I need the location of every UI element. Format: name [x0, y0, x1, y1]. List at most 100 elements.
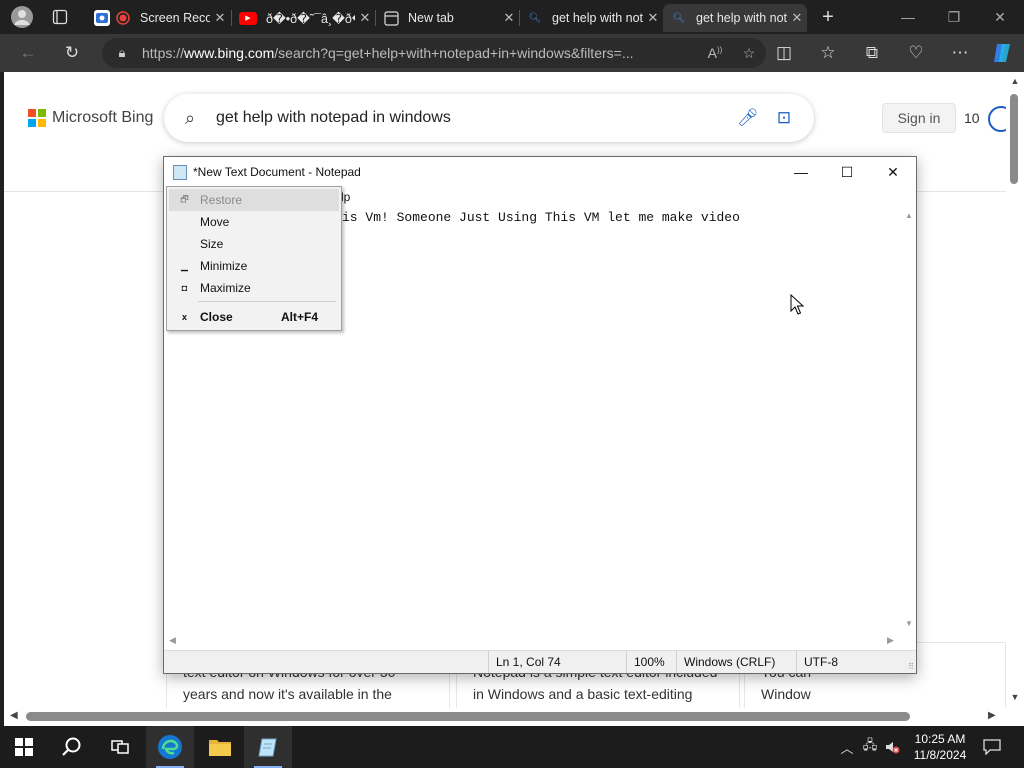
tab-title: New tab	[408, 11, 454, 25]
scroll-left-arrow-icon[interactable]: ◀	[169, 635, 176, 646]
collections-icon[interactable]: ⧉	[858, 40, 886, 66]
resize-grip-icon[interactable]: ⠿	[908, 662, 914, 671]
menu-item-size[interactable]: Size	[169, 233, 339, 255]
refresh-icon[interactable]: ↻	[58, 40, 86, 66]
rewards-points[interactable]: 10	[964, 110, 980, 126]
close-button[interactable]: ✕	[870, 157, 916, 187]
read-aloud-icon[interactable]: A))	[698, 45, 732, 61]
search-query[interactable]: get help with notepad in windows	[216, 109, 730, 127]
tab-actions-icon[interactable]	[48, 5, 72, 29]
tab-bing-search-active[interactable]: 🔍︎ get help with notepad ✕	[663, 4, 807, 32]
tab-bing-search[interactable]: 🔍︎ get help with notepad ✕	[519, 4, 663, 32]
network-icon[interactable]: 🖧︎	[860, 726, 880, 768]
search-taskbar-icon[interactable]	[48, 726, 96, 768]
tab-title: get help with notepad	[696, 11, 787, 25]
scroll-right-arrow-icon[interactable]: ▶	[988, 710, 996, 721]
notepad-title-bar[interactable]: *New Text Document - Notepad — ☐ ✕	[164, 157, 916, 187]
close-tab-icon[interactable]: ✕	[355, 10, 375, 26]
notepad-title: *New Text Document - Notepad	[193, 165, 361, 179]
scroll-up-arrow-icon[interactable]: ▲	[902, 211, 916, 220]
edge-taskbar-icon[interactable]	[146, 726, 194, 768]
menu-help[interactable]: lp	[341, 190, 350, 204]
notepad-taskbar-icon[interactable]	[244, 726, 292, 768]
minimize-icon: ▁	[181, 260, 188, 271]
lock-icon[interactable]: 🔒︎	[102, 45, 142, 61]
close-tab-icon[interactable]: ✕	[643, 10, 663, 26]
microsoft-logo-icon	[28, 109, 46, 127]
bing-search-box[interactable]: ⌕ get help with notepad in windows 🎤︎ ⊡	[164, 94, 814, 142]
menu-item-minimize[interactable]: ▁ Minimize	[169, 255, 339, 277]
menu-separator	[198, 301, 336, 302]
youtube-icon: ▶	[239, 11, 257, 25]
notepad-status-bar: Ln 1, Col 74 100% Windows (CRLF) UTF-8 ⠿	[164, 650, 916, 673]
menu-item-move[interactable]: Move	[169, 211, 339, 233]
notepad-app-icon[interactable]	[173, 164, 187, 180]
browser-restore-button[interactable]: ❐	[934, 4, 974, 30]
tab-youtube[interactable]: ▶ ð�•ð�˜¯â¸�ð� ✕	[231, 4, 375, 32]
more-options-icon[interactable]: ⋯	[946, 40, 974, 66]
copilot-icon[interactable]	[988, 40, 1016, 66]
start-button[interactable]	[0, 726, 48, 768]
bing-search-icon: 🔍︎	[672, 12, 686, 24]
close-icon: x	[181, 312, 187, 322]
bing-logo[interactable]: Microsoft Bing	[28, 109, 153, 127]
menu-item-shortcut: Alt+F4	[281, 310, 319, 324]
close-tab-icon[interactable]: ✕	[787, 10, 807, 26]
favorites-icon[interactable]: ☆	[814, 40, 842, 66]
browser-minimize-button[interactable]: —	[888, 4, 928, 30]
browser-close-button[interactable]: ✕	[980, 4, 1020, 30]
notepad-horizontal-scrollbar[interactable]: ◀ ▶	[164, 634, 902, 648]
menu-item-label: Size	[200, 237, 224, 251]
split-screen-icon[interactable]: ◫	[770, 40, 798, 66]
show-hidden-icons-chevron-icon[interactable]: ︿	[838, 726, 856, 768]
menu-item-restore[interactable]: 🗗︎ Restore	[169, 189, 339, 211]
bing-search-icon: 🔍︎	[528, 12, 542, 24]
system-clock[interactable]: 10:25 AM 11/8/2024	[898, 731, 982, 763]
scroll-left-arrow-icon[interactable]: ◀	[10, 710, 18, 721]
menu-item-label: Move	[200, 215, 230, 229]
scrollbar-thumb[interactable]	[26, 712, 910, 721]
scroll-down-arrow-icon[interactable]: ▼	[902, 619, 916, 628]
notepad-vertical-scrollbar[interactable]: ▲ ▼	[902, 207, 916, 634]
menu-item-close[interactable]: x Close Alt+F4	[169, 306, 339, 328]
status-position: Ln 1, Col 74	[488, 651, 626, 673]
new-tab-button[interactable]: +	[816, 5, 840, 29]
browser-essentials-icon[interactable]: ♡	[902, 40, 930, 66]
minimize-button[interactable]: —	[778, 157, 824, 187]
clock-date: 11/8/2024	[913, 748, 967, 762]
menu-item-maximize[interactable]: ◘ Maximize	[169, 277, 339, 299]
address-bar[interactable]: 🔒︎ https://www.bing.com/search?q=get+hel…	[102, 38, 766, 68]
close-tab-icon[interactable]: ✕	[210, 10, 230, 26]
menu-item-label: Maximize	[200, 281, 251, 295]
scroll-down-arrow-icon[interactable]: ▼	[1006, 692, 1024, 702]
status-line-ending: Windows (CRLF)	[676, 651, 796, 673]
scroll-right-arrow-icon[interactable]: ▶	[887, 635, 894, 646]
scroll-up-arrow-icon[interactable]: ▲	[1006, 76, 1024, 86]
scrollbar-thumb[interactable]	[1010, 94, 1018, 184]
maximize-button[interactable]: ☐	[824, 157, 870, 187]
file-explorer-taskbar-icon[interactable]	[196, 726, 244, 768]
tab-new-tab[interactable]: New tab ✕	[375, 4, 519, 32]
card-text: years and now it's available in the	[183, 686, 392, 702]
task-view-icon[interactable]	[96, 726, 144, 768]
favorite-star-icon[interactable]: ☆	[732, 45, 766, 62]
close-tab-icon[interactable]: ✕	[499, 10, 519, 26]
mouse-cursor-icon	[790, 294, 804, 315]
sign-in-button[interactable]: Sign in	[882, 103, 956, 133]
page-horizontal-scrollbar[interactable]: ◀ ▶	[4, 708, 1006, 726]
visual-search-icon[interactable]: ⊡	[766, 108, 802, 128]
rewards-icon[interactable]	[988, 106, 1006, 132]
menu-item-label: Minimize	[200, 259, 248, 273]
browser-toolbar: ← ↻ 🔒︎ https://www.bing.com/search?q=get…	[0, 34, 1024, 72]
tab-screen-recorder[interactable]: Screen Recorder ✕	[86, 4, 230, 32]
page-vertical-scrollbar[interactable]: ▲ ▼	[1006, 72, 1024, 708]
windows-taskbar: ︿ 🖧︎ 10:25 AM 11/8/2024	[0, 726, 1024, 768]
url-text[interactable]: https://www.bing.com/search?q=get+help+w…	[142, 45, 698, 61]
notifications-icon[interactable]	[980, 726, 1004, 768]
tab-title: get help with notepad	[552, 11, 643, 25]
back-arrow-icon[interactable]: ←	[14, 40, 42, 66]
microphone-icon[interactable]: 🎤︎	[730, 108, 766, 128]
profile-avatar-icon[interactable]	[10, 5, 34, 29]
search-icon[interactable]: ⌕	[164, 108, 216, 129]
status-encoding: UTF-8	[796, 651, 914, 673]
